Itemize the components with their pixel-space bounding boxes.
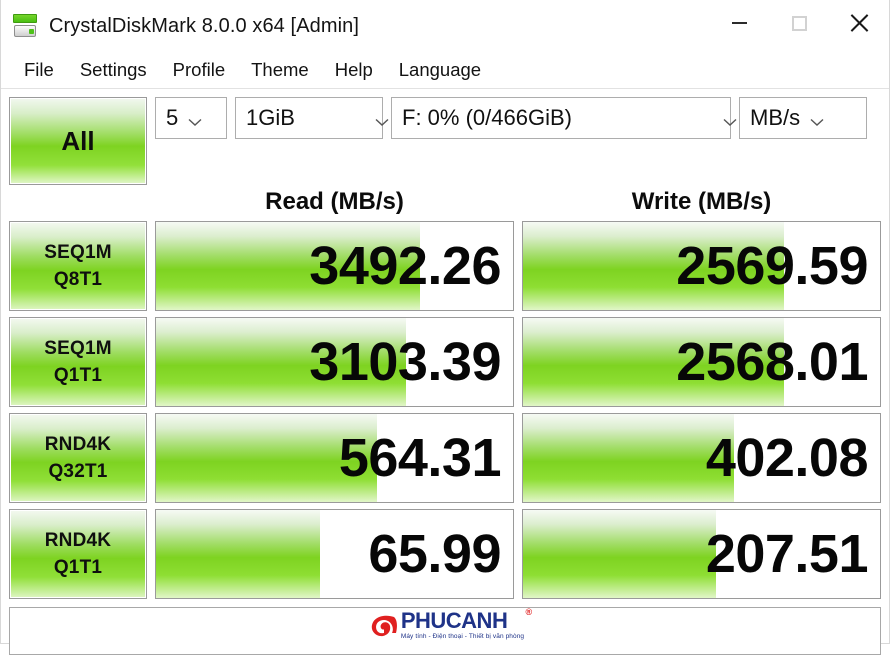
read-column-header: Read (MB/s) <box>265 188 404 215</box>
toolbar-controls: 5 1GiB F: 0% (0/466GiB) MB/s <box>155 97 867 139</box>
close-icon <box>849 13 869 33</box>
table-row: SEQ1M Q8T1 3492.26 2569.59 <box>9 221 881 311</box>
maximize-icon <box>791 15 807 31</box>
read-result-rnd4k-q32t1[interactable]: 564.31 <box>155 413 514 503</box>
window-controls <box>709 0 889 46</box>
write-result-rnd4k-q32t1[interactable]: 402.08 <box>522 413 881 503</box>
menu-item-theme[interactable]: Theme <box>238 57 322 84</box>
read-result-seq1m-q1t1[interactable]: 3103.39 <box>155 317 514 407</box>
table-row: SEQ1M Q1T1 3103.39 2568.01 <box>9 317 881 407</box>
read-result-rnd4k-q1t1[interactable]: 65.99 <box>155 509 514 599</box>
write-result-seq1m-q1t1[interactable]: 2568.01 <box>522 317 881 407</box>
test-label-line1: SEQ1M <box>44 337 112 359</box>
read-result-seq1m-q8t1[interactable]: 3492.26 <box>155 221 514 311</box>
test-label-rnd4k-q32t1[interactable]: RND4K Q32T1 <box>9 413 147 503</box>
read-result-value: 3492.26 <box>309 236 501 296</box>
test-label-seq1m-q1t1[interactable]: SEQ1M Q1T1 <box>9 317 147 407</box>
test-label-rnd4k-q1t1[interactable]: RND4K Q1T1 <box>9 509 147 599</box>
write-fill-bar <box>523 510 716 598</box>
write-result-value: 2568.01 <box>676 332 868 392</box>
test-size-value: 1GiB <box>246 105 295 130</box>
write-result-rnd4k-q1t1[interactable]: 207.51 <box>522 509 881 599</box>
close-button[interactable] <box>829 0 889 46</box>
header-spacer <box>9 187 147 217</box>
menu-item-profile[interactable]: Profile <box>160 57 238 84</box>
crystaldiskmark-window: CrystalDiskMark 8.0.0 x64 [Admin] File S… <box>0 0 890 655</box>
unit-value: MB/s <box>750 105 801 130</box>
maximize-button[interactable] <box>769 0 829 46</box>
table-row: RND4K Q1T1 65.99 207.51 <box>9 509 881 599</box>
write-result-value: 402.08 <box>705 428 869 488</box>
read-result-value: 65.99 <box>368 524 501 584</box>
minimize-icon <box>731 22 747 24</box>
disk-drive-icon <box>12 13 38 39</box>
menu-item-help[interactable]: Help <box>322 57 386 84</box>
test-label-line1: RND4K <box>44 529 112 551</box>
unit-select[interactable]: MB/s <box>739 97 867 139</box>
menu-item-settings[interactable]: Settings <box>67 57 160 84</box>
test-label-line2: Q8T1 <box>53 268 103 290</box>
write-fill-bar <box>523 414 734 502</box>
write-result-value: 2569.59 <box>676 236 868 296</box>
target-drive-select[interactable]: F: 0% (0/466GiB) <box>391 97 737 139</box>
test-count-value: 5 <box>166 105 179 130</box>
minimize-button[interactable] <box>709 0 769 46</box>
test-label-line2: Q1T1 <box>53 556 103 578</box>
comment-box[interactable] <box>9 607 881 655</box>
menu-item-language[interactable]: Language <box>386 57 494 84</box>
write-result-value: 207.51 <box>705 524 869 584</box>
results-table: SEQ1M Q8T1 3492.26 2569.59 SEQ1M Q1T1 31… <box>1 217 889 599</box>
run-all-button-label: All <box>61 125 95 156</box>
window-title: CrystalDiskMark 8.0.0 x64 [Admin] <box>49 14 360 37</box>
read-fill-bar <box>156 510 321 598</box>
write-column-header: Write (MB/s) <box>631 188 772 215</box>
test-size-select[interactable]: 1GiB <box>235 97 389 139</box>
read-result-value: 564.31 <box>338 428 502 488</box>
title-bar: CrystalDiskMark 8.0.0 x64 [Admin] <box>1 0 889 52</box>
test-label-line2: Q32T1 <box>48 460 108 482</box>
test-label-line1: RND4K <box>44 433 112 455</box>
run-all-button[interactable]: All <box>9 97 147 185</box>
menu-bar: File Settings Profile Theme Help Languag… <box>1 52 889 89</box>
table-row: RND4K Q32T1 564.31 402.08 <box>9 413 881 503</box>
toolbar: All 5 1GiB F: 0% (0/466GiB) MB/s <box>1 89 889 185</box>
read-result-value: 3103.39 <box>309 332 501 392</box>
write-result-seq1m-q8t1[interactable]: 2569.59 <box>522 221 881 311</box>
column-headers: Read (MB/s) Write (MB/s) <box>1 187 889 217</box>
menu-item-file[interactable]: File <box>11 57 67 84</box>
test-count-select[interactable]: 5 <box>155 97 227 139</box>
test-label-line1: SEQ1M <box>44 241 112 263</box>
test-label-line2: Q1T1 <box>53 364 103 386</box>
target-drive-value: F: 0% (0/466GiB) <box>402 105 572 130</box>
test-label-seq1m-q8t1[interactable]: SEQ1M Q8T1 <box>9 221 147 311</box>
